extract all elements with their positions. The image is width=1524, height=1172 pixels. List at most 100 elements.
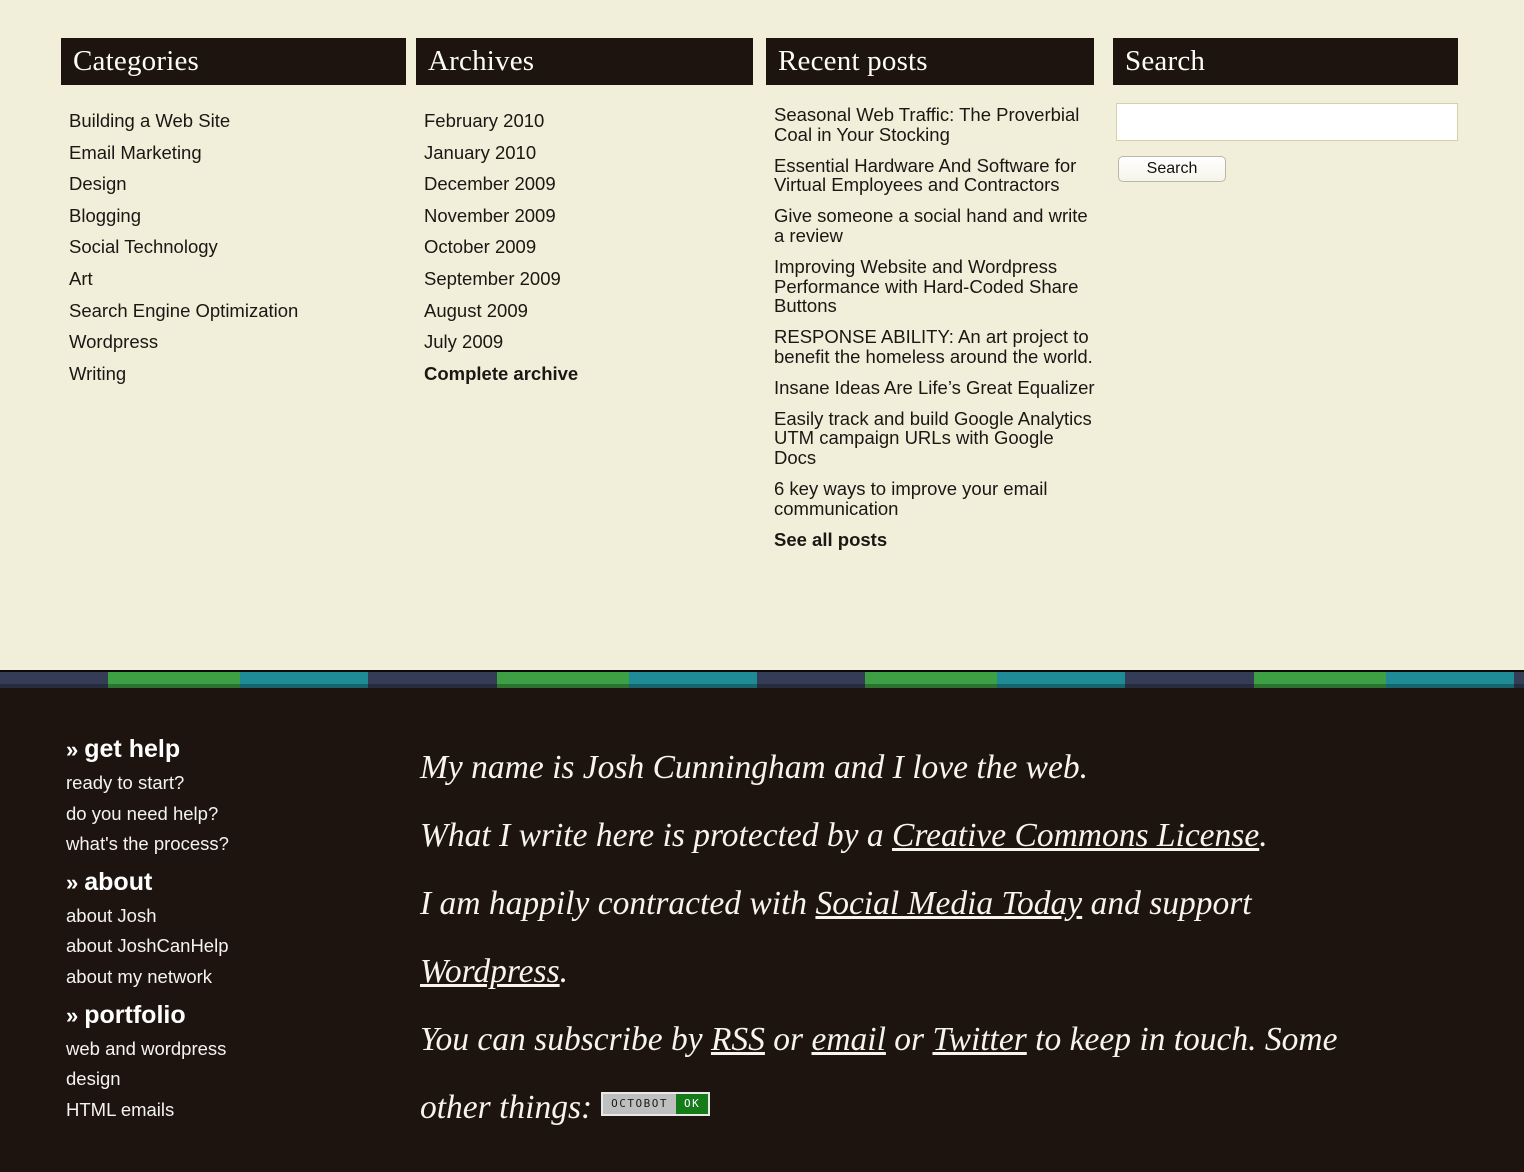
search-input[interactable] <box>1116 103 1458 141</box>
wordpress-link[interactable]: Wordpress <box>420 953 560 990</box>
footer-navigation: » get help ready to start? do you need help… <box>66 731 366 1129</box>
twitter-link[interactable]: Twitter <box>932 1021 1026 1058</box>
footer-nav-link[interactable]: ready to start? <box>66 768 366 799</box>
about-line-1: My name is Josh Cunningham and I love th… <box>420 749 1089 786</box>
widget-archives: Archives February 2010 January 2010 Decemb… <box>416 38 753 389</box>
recent-posts-header: Recent posts <box>766 38 1094 85</box>
list-item: 6 key ways to improve your email communi… <box>774 479 1096 519</box>
category-link[interactable]: Building a Web Site <box>69 105 406 137</box>
list-item: Insane Ideas Are Life’s Great Equalizer <box>774 377 1096 398</box>
about-line-5: You can subscribe by RSS or email or Twi… <box>420 1006 1485 1074</box>
footer: » get help ready to start? do you need help… <box>0 688 1524 1172</box>
list-item: August 2009 <box>424 295 753 327</box>
archive-link[interactable]: September 2009 <box>424 263 753 295</box>
creative-commons-link[interactable]: Creative Commons License <box>892 817 1259 854</box>
about-line-5-post: to keep in touch. Some <box>1026 1021 1338 1058</box>
social-media-today-link[interactable]: Social Media Today <box>815 885 1082 922</box>
archives-header: Archives <box>416 38 753 85</box>
recent-post-link[interactable]: Give someone a social hand and write a r… <box>774 206 1096 246</box>
list-item: October 2009 <box>424 231 753 263</box>
about-line-4-post: . <box>559 953 568 990</box>
archive-link[interactable]: Complete archive <box>424 358 753 390</box>
footer-nav-link[interactable]: what's the process? <box>66 829 366 860</box>
rss-link[interactable]: RSS <box>711 1021 765 1058</box>
recent-posts-body: Seasonal Web Traffic: The Proverbial Coa… <box>766 85 1096 549</box>
about-line-2-pre: What I write here is protected by a <box>420 817 892 854</box>
recent-post-link[interactable]: Improving Website and Wordpress Performa… <box>774 256 1096 316</box>
footer-nav-link[interactable]: web and wordpress <box>66 1034 366 1065</box>
widget-area: Categories Building a Web Site Email Mark… <box>0 0 1524 670</box>
about-line-4: Wordpress. <box>420 938 1485 1006</box>
footer-nav-heading-label: get help <box>84 735 181 763</box>
about-line-3-pre: I am happily contracted with <box>420 885 816 922</box>
recent-posts-list: Seasonal Web Traffic: The Proverbial Coa… <box>774 105 1096 549</box>
category-link[interactable]: Email Marketing <box>69 137 406 169</box>
footer-nav-list: about Josh about JoshCanHelp about my netw… <box>66 901 366 993</box>
list-item: July 2009 <box>424 326 753 358</box>
list-item: do you need help? <box>66 799 366 830</box>
category-link[interactable]: Writing <box>69 358 406 390</box>
list-item: RESPONSE ABILITY: An art project to bene… <box>774 327 1096 367</box>
archive-link[interactable]: December 2009 <box>424 168 753 200</box>
about-line-2: What I write here is protected by a Crea… <box>420 802 1485 870</box>
footer-nav-link[interactable]: do you need help? <box>66 799 366 830</box>
recent-post-link[interactable]: Essential Hardware And Software for Virt… <box>774 155 1096 196</box>
recent-post-link[interactable]: Seasonal Web Traffic: The Proverbial Coa… <box>774 105 1096 145</box>
category-link[interactable]: Art <box>69 263 406 295</box>
search-body: Search <box>1113 85 1458 182</box>
archive-link[interactable]: October 2009 <box>424 231 753 263</box>
footer-nav-heading: » portfolio <box>66 997 366 1034</box>
recent-post-link[interactable]: 6 key ways to improve your email communi… <box>774 479 1096 519</box>
footer-nav-list: web and wordpress design HTML emails <box>66 1034 366 1126</box>
list-item: January 2010 <box>424 137 753 169</box>
category-link[interactable]: Design <box>69 168 406 200</box>
list-item: Easily track and build Google Analytics … <box>774 408 1096 468</box>
list-item: Writing <box>69 358 406 390</box>
list-item: Social Technology <box>69 231 406 263</box>
color-stripe-divider <box>0 670 1524 688</box>
footer-nav-link[interactable]: about JoshCanHelp <box>66 931 366 962</box>
search-button[interactable]: Search <box>1118 156 1226 182</box>
chevron-double-right-icon: » <box>66 737 79 762</box>
category-link[interactable]: Wordpress <box>69 326 406 358</box>
recent-post-link[interactable]: See all posts <box>774 529 1096 550</box>
archive-link[interactable]: January 2010 <box>424 137 753 169</box>
category-link[interactable]: Blogging <box>69 200 406 232</box>
list-item: See all posts <box>774 529 1096 550</box>
footer-nav-heading-label: portfolio <box>84 1000 186 1029</box>
category-link[interactable]: Search Engine Optimization <box>69 295 406 327</box>
list-item: Art <box>69 263 406 295</box>
octobot-status-badge[interactable]: OCTOBOT OK <box>601 1092 711 1116</box>
archive-link[interactable]: July 2009 <box>424 326 753 358</box>
archive-link[interactable]: August 2009 <box>424 295 753 327</box>
footer-nav-link[interactable]: HTML emails <box>66 1095 366 1126</box>
archive-link[interactable]: February 2010 <box>424 105 753 137</box>
list-item: November 2009 <box>424 200 753 232</box>
chevron-double-right-icon: » <box>66 1002 79 1028</box>
chevron-double-right-icon: » <box>66 869 79 895</box>
list-item: Building a Web Site <box>69 105 406 137</box>
archive-link[interactable]: November 2009 <box>424 200 753 232</box>
footer-nav-link[interactable]: design <box>66 1064 366 1095</box>
recent-post-link[interactable]: Insane Ideas Are Life’s Great Equalizer <box>774 377 1096 398</box>
about-line-3-post: and support <box>1082 885 1252 922</box>
list-item: ready to start? <box>66 768 366 799</box>
about-line-6: other things: OCTOBOT OK <box>420 1074 1485 1142</box>
categories-body: Building a Web Site Email Marketing Design… <box>61 85 406 389</box>
list-item: Seasonal Web Traffic: The Proverbial Coa… <box>774 105 1096 145</box>
list-item: Search Engine Optimization <box>69 295 406 327</box>
archives-body: February 2010 January 2010 December 2009 No… <box>416 85 753 389</box>
widget-categories: Categories Building a Web Site Email Mark… <box>61 38 406 389</box>
categories-list: Building a Web Site Email Marketing Design… <box>69 105 406 389</box>
category-link[interactable]: Social Technology <box>69 231 406 263</box>
recent-post-link[interactable]: Easily track and build Google Analytics … <box>774 408 1096 468</box>
list-item: Wordpress <box>69 326 406 358</box>
list-item: design <box>66 1064 366 1095</box>
footer-nav-link[interactable]: about Josh <box>66 901 366 932</box>
categories-header: Categories <box>61 38 406 85</box>
list-item: about Josh <box>66 901 366 932</box>
octobot-badge-label: OCTOBOT <box>603 1094 677 1114</box>
footer-nav-link[interactable]: about my network <box>66 962 366 993</box>
email-link[interactable]: email <box>811 1021 885 1058</box>
recent-post-link[interactable]: RESPONSE ABILITY: An art project to bene… <box>774 327 1096 367</box>
